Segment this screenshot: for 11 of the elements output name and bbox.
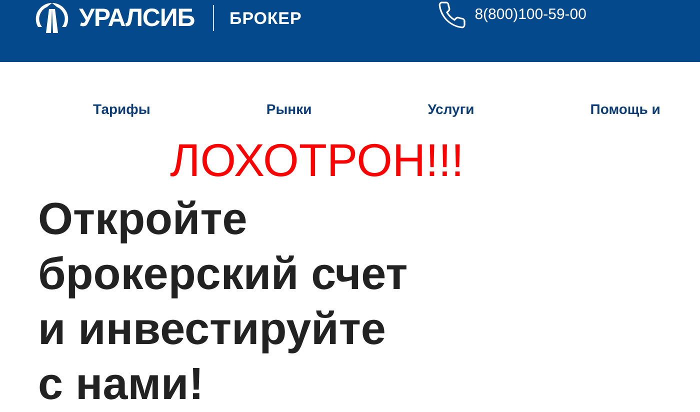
nav-link[interactable]: Тарифы xyxy=(93,100,150,118)
hero-heading: Откройте брокерский счет и инвестируйте с нами! xyxy=(38,192,409,411)
phone-icon xyxy=(436,0,467,30)
phone-link[interactable]: 8(800)100-59-00 xyxy=(474,4,586,26)
overlay-text: ЛОХОТРОН!!! xyxy=(170,134,464,186)
logo-text: УРАЛСИБ xyxy=(79,6,195,30)
product-label: БРОКЕР xyxy=(230,10,302,26)
nav-link[interactable]: Услуги xyxy=(428,100,474,118)
nav-link[interactable]: Помощь и xyxy=(590,100,660,118)
nav-link[interactable]: Рынки xyxy=(266,100,312,118)
logo-icon xyxy=(33,1,71,35)
